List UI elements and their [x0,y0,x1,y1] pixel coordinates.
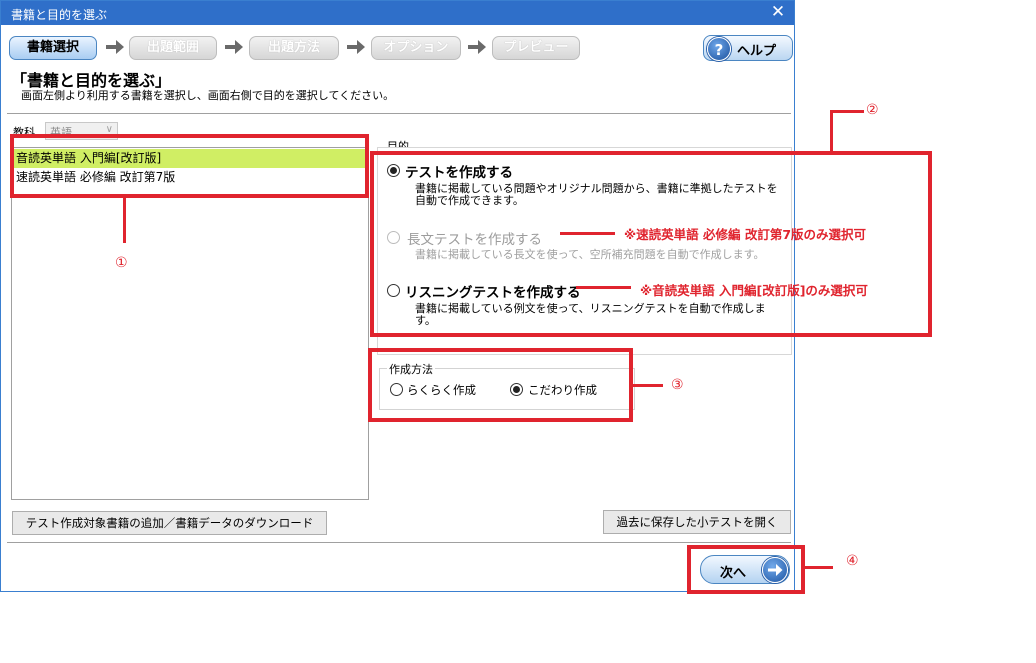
annotation-leader-2 [830,110,833,152]
annotation-num-3: ③ [671,377,684,393]
add-books-button[interactable]: テスト作成対象書籍の追加／書籍データのダウンロード [12,511,327,535]
step-range[interactable]: 出題範囲 [129,36,217,60]
annotation-leader-note-long [560,232,615,235]
annotation-leader-2 [830,110,864,113]
window-title: 書籍と目的を選ぶ [11,8,108,22]
annotation-num-4: ④ [846,553,859,569]
annotation-box-2 [370,151,932,337]
open-saved-test-button[interactable]: 過去に保存した小テストを開く [603,510,791,534]
annotation-num-2: ② [866,102,879,118]
step-arrow-icon [225,40,243,54]
annotation-leader-3 [633,384,663,387]
annotation-box-3 [368,348,633,422]
annotation-note-long: ※速読英単語 必修編 改訂第7版のみ選択可 [624,227,867,242]
title-bar: 書籍と目的を選ぶ ✕ [1,1,794,25]
divider [7,542,791,543]
step-method[interactable]: 出題方法 [249,36,339,60]
step-arrow-icon [347,40,365,54]
annotation-box-4 [687,545,805,594]
annotation-box-1 [10,134,369,198]
step-arrow-icon [468,40,486,54]
annotation-num-1: ① [115,255,128,271]
step-arrow-icon [106,40,124,54]
divider [7,113,791,114]
annotation-leader-note-listening [576,286,631,289]
annotation-leader-4 [805,566,833,569]
help-label: ヘルプ [737,44,777,59]
step-options[interactable]: オプション [371,36,461,60]
close-icon[interactable]: ✕ [762,1,794,25]
help-button[interactable]: ? ヘルプ [703,35,793,61]
step-book-select[interactable]: 書籍選択 [9,36,97,60]
step-preview[interactable]: プレビュー [492,36,580,60]
help-icon: ? [707,37,731,61]
wizard-step-bar: 書籍選択 出題範囲 出題方法 オプション プレビュー ? ヘルプ [1,25,794,65]
book-list: 音読英単語 入門編[改訂版] 速読英単語 必修編 改訂第7版 [11,147,369,500]
annotation-note-listening: ※音読英単語 入門編[改訂版]のみ選択可 [640,283,868,298]
annotation-leader-1 [123,198,126,243]
page-subtitle: 画面左側より利用する書籍を選択し、画面右側で目的を選択してください。 [21,89,395,102]
